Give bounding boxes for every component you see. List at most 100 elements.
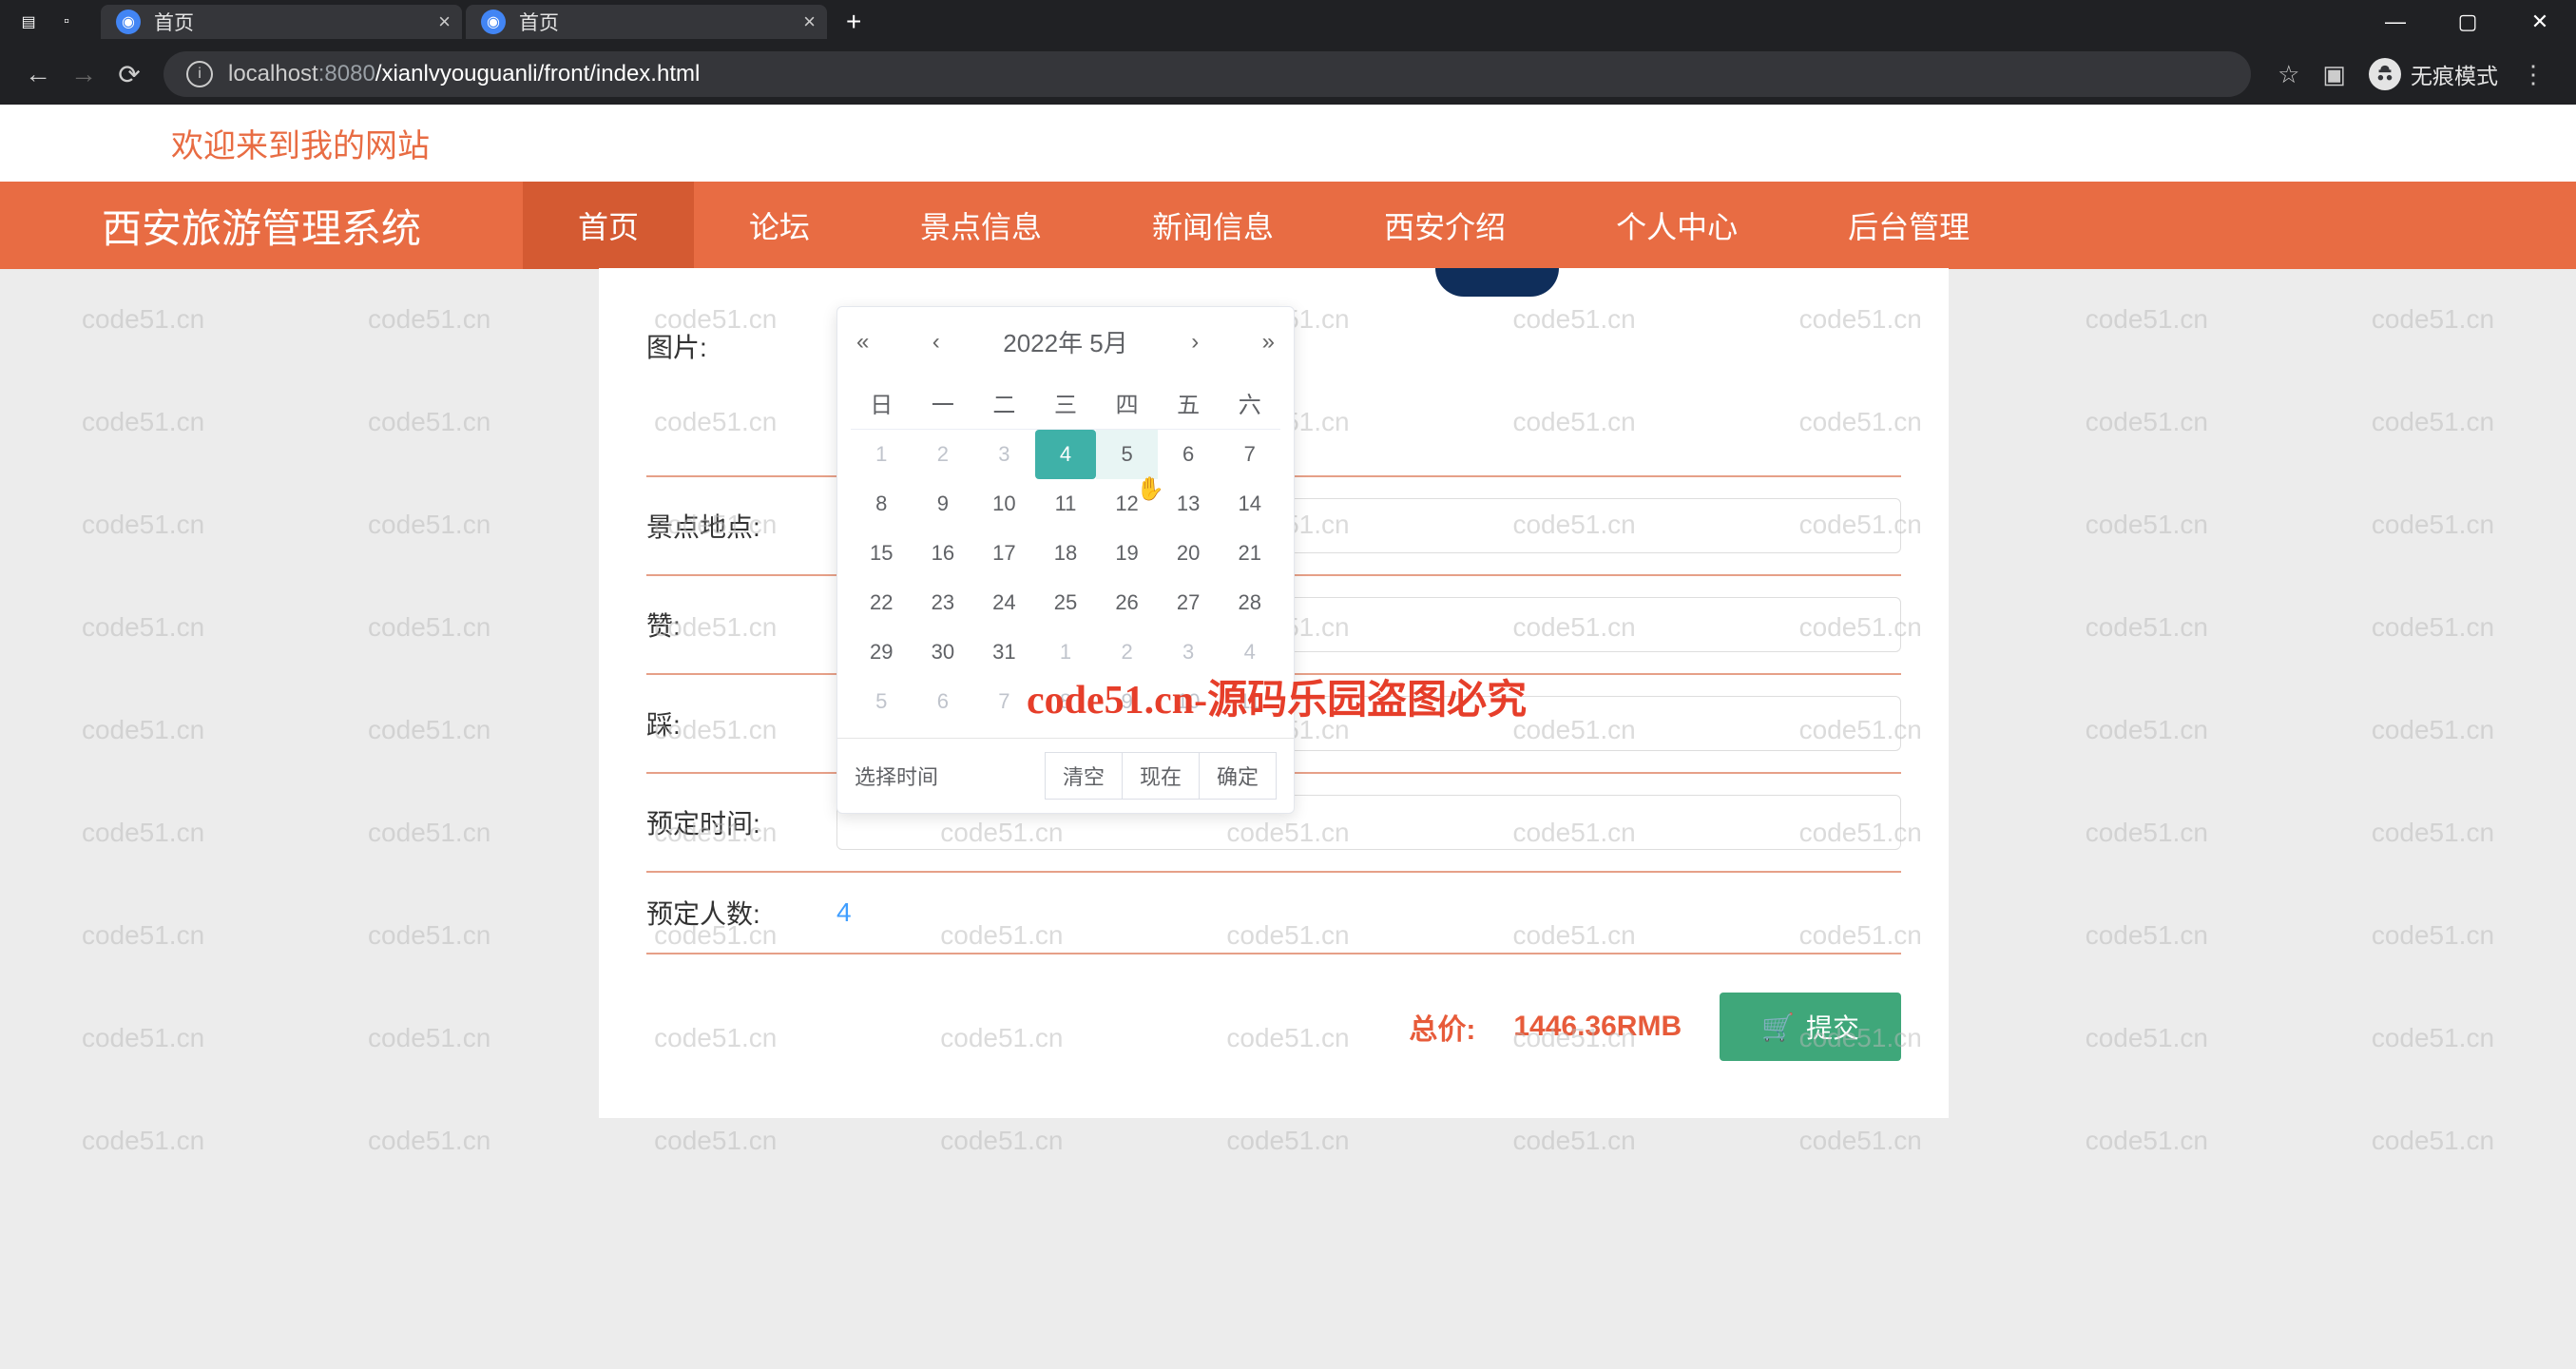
date-cell[interactable]: 6 <box>1158 430 1220 479</box>
date-cell[interactable]: 30 <box>913 627 974 677</box>
next-month-button[interactable]: › <box>1191 329 1199 356</box>
date-cell[interactable]: 11 <box>1035 479 1097 529</box>
system-menu-icon[interactable]: ▤ <box>10 3 48 41</box>
reload-button[interactable]: ⟳ <box>106 51 152 97</box>
nav-item-4[interactable]: 西安介绍 <box>1329 182 1561 269</box>
system-window-icon[interactable]: ▫ <box>48 3 86 41</box>
date-cell[interactable]: 5 <box>851 677 913 726</box>
date-cell[interactable]: 5 <box>1096 430 1158 479</box>
tab-title: 首页 <box>154 8 194 36</box>
date-cell[interactable]: 6 <box>913 677 974 726</box>
date-cell[interactable]: 24 <box>973 578 1035 627</box>
dow-label: 三 <box>1035 386 1097 419</box>
date-cell[interactable]: 28 <box>1219 578 1280 627</box>
date-cell[interactable]: 15 <box>851 529 913 578</box>
date-cell[interactable]: 2 <box>913 430 974 479</box>
date-cell[interactable]: 8 <box>851 479 913 529</box>
dow-label: 六 <box>1219 386 1280 419</box>
date-cell[interactable]: 29 <box>851 627 913 677</box>
date-cell[interactable]: 16 <box>913 529 974 578</box>
date-cell[interactable]: 23 <box>913 578 974 627</box>
maximize-button[interactable]: ▢ <box>2432 0 2504 44</box>
url-bar: ← → ⟳ i localhost:8080/xianlvyouguanli/f… <box>0 44 2576 105</box>
url-field[interactable]: i localhost:8080/xianlvyouguanli/front/i… <box>163 51 2251 97</box>
tab-close-icon[interactable]: × <box>438 10 451 34</box>
date-cell[interactable]: 22 <box>851 578 913 627</box>
now-button[interactable]: 现在 <box>1122 752 1200 800</box>
cart-icon: 🛒 <box>1761 1012 1795 1043</box>
date-cell[interactable]: 17 <box>973 529 1035 578</box>
date-cell[interactable]: 7 <box>973 677 1035 726</box>
form-label-cai: 踩: <box>646 704 836 742</box>
back-button[interactable]: ← <box>15 51 61 97</box>
forward-button[interactable]: → <box>61 51 106 97</box>
date-cell[interactable]: 3 <box>1158 627 1220 677</box>
date-cell[interactable]: 9 <box>1096 677 1158 726</box>
date-cell[interactable]: 18 <box>1035 529 1097 578</box>
tab-close-icon[interactable]: × <box>803 10 816 34</box>
dow-label: 日 <box>851 386 913 419</box>
bookmark-star-icon[interactable]: ☆ <box>2278 60 2299 89</box>
date-cell[interactable]: 19 <box>1096 529 1158 578</box>
form-label-zan: 赞: <box>646 606 836 644</box>
tab-title: 首页 <box>519 8 559 36</box>
reader-icon[interactable]: ▣ <box>2322 60 2346 89</box>
select-time-link[interactable]: 选择时间 <box>855 761 938 791</box>
nav-item-2[interactable]: 景点信息 <box>865 182 1097 269</box>
nav-item-5[interactable]: 个人中心 <box>1561 182 1793 269</box>
dow-label: 四 <box>1096 386 1158 419</box>
date-cell[interactable]: 12 <box>1096 479 1158 529</box>
date-cell[interactable]: 9 <box>913 479 974 529</box>
date-cell[interactable]: 20 <box>1158 529 1220 578</box>
nav-item-6[interactable]: 后台管理 <box>1793 182 2025 269</box>
form-label-location: 景点地点: <box>646 507 836 545</box>
tab-favicon-icon: ◉ <box>116 10 141 34</box>
date-cell[interactable]: 2 <box>1096 627 1158 677</box>
date-cell[interactable]: 8 <box>1035 677 1097 726</box>
date-cell[interactable]: 21 <box>1219 529 1280 578</box>
date-picker-popover: « ‹ 2022年 5月 › » 日一二三四五六 123456789101112… <box>836 306 1295 814</box>
close-window-button[interactable]: ✕ <box>2504 0 2576 44</box>
day-of-week-row: 日一二三四五六 <box>851 376 1280 430</box>
booking-count-value[interactable]: 4 <box>836 897 1901 928</box>
date-cell[interactable]: 13 <box>1158 479 1220 529</box>
date-cell[interactable]: 25 <box>1035 578 1097 627</box>
date-cell[interactable]: 7 <box>1219 430 1280 479</box>
clear-button[interactable]: 清空 <box>1045 752 1123 800</box>
date-cell[interactable]: 4 <box>1219 627 1280 677</box>
nav-item-1[interactable]: 论坛 <box>694 182 865 269</box>
kebab-menu-icon[interactable]: ⋮ <box>2521 60 2546 89</box>
minimize-button[interactable]: — <box>2359 0 2432 44</box>
date-cell[interactable]: 1 <box>1035 627 1097 677</box>
form-label-image: 图片: <box>646 327 836 365</box>
prev-year-button[interactable]: « <box>856 329 869 356</box>
date-cell[interactable]: 31 <box>973 627 1035 677</box>
date-cell[interactable]: 3 <box>973 430 1035 479</box>
incognito-indicator[interactable]: 无痕模式 <box>2369 58 2498 90</box>
date-cell[interactable]: 11 <box>1219 677 1280 726</box>
new-tab-button[interactable]: + <box>831 7 876 37</box>
browser-tab[interactable]: ◉ 首页 × <box>101 5 462 39</box>
date-cell[interactable]: 10 <box>973 479 1035 529</box>
prev-month-button[interactable]: ‹ <box>932 329 940 356</box>
site-info-icon[interactable]: i <box>186 61 213 87</box>
incognito-mask-icon <box>2369 58 2401 90</box>
submit-button[interactable]: 🛒 提交 <box>1720 993 1901 1061</box>
next-year-button[interactable]: » <box>1262 329 1275 356</box>
window-controls: — ▢ ✕ <box>2359 0 2576 44</box>
ok-button[interactable]: 确定 <box>1199 752 1277 800</box>
browser-tab[interactable]: ◉ 首页 × <box>466 5 827 39</box>
date-cell[interactable]: 27 <box>1158 578 1220 627</box>
date-picker-title[interactable]: 2022年 5月 <box>1003 324 1128 359</box>
nav-item-0[interactable]: 首页 <box>523 182 694 269</box>
date-cell[interactable]: 14 <box>1219 479 1280 529</box>
form-label-time: 预定时间: <box>646 803 836 841</box>
tab-favicon-icon: ◉ <box>481 10 506 34</box>
date-cell[interactable]: 26 <box>1096 578 1158 627</box>
date-cell[interactable]: 4 <box>1035 430 1097 479</box>
dow-label: 一 <box>913 386 974 419</box>
nav-item-3[interactable]: 新闻信息 <box>1097 182 1329 269</box>
total-price-value: 1446.36RMB <box>1513 1011 1682 1043</box>
date-cell[interactable]: 1 <box>851 430 913 479</box>
date-cell[interactable]: 10 <box>1158 677 1220 726</box>
